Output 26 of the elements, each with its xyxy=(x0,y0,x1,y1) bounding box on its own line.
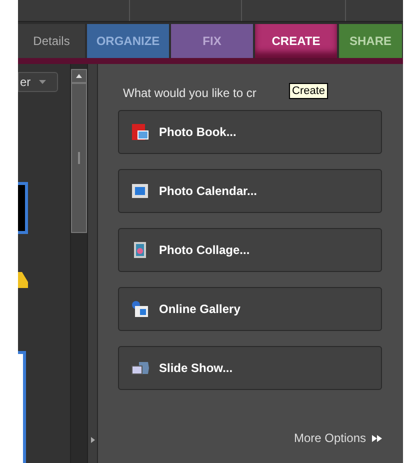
scrollbar[interactable] xyxy=(70,64,88,463)
create-option-button[interactable]: Slide Show... xyxy=(118,346,382,390)
caret-icon xyxy=(38,80,46,84)
collage-icon xyxy=(131,241,149,259)
expand-icon[interactable] xyxy=(90,437,94,443)
photo-thumbnail[interactable] xyxy=(18,351,26,463)
tab[interactable]: Details xyxy=(18,24,85,58)
double-arrow-icon[interactable] xyxy=(372,434,382,442)
create-option-button[interactable]: Photo Collage... xyxy=(118,228,382,272)
create-option-button[interactable]: Photo Book... xyxy=(118,110,382,154)
create-option-button[interactable]: Online Gallery xyxy=(118,287,382,331)
warning-icon xyxy=(18,270,28,288)
slideshow-icon xyxy=(131,359,149,377)
scroll-up-icon[interactable] xyxy=(71,69,87,83)
more-options-link[interactable]: More Options xyxy=(294,429,366,447)
tooltip: Create xyxy=(289,83,328,99)
calendar-icon xyxy=(131,182,149,200)
dropdown-value: er xyxy=(20,74,31,91)
photo-thumbnail[interactable] xyxy=(18,182,28,234)
sort-dropdown[interactable]: er xyxy=(18,72,58,92)
panel-heading: What would you like to cr xyxy=(123,85,256,102)
scroll-thumb[interactable] xyxy=(71,83,87,233)
create-option-button[interactable]: Photo Calendar... xyxy=(118,169,382,213)
tab[interactable]: CREATE xyxy=(255,24,337,58)
gallery-icon xyxy=(131,300,149,318)
book-icon xyxy=(131,123,149,141)
